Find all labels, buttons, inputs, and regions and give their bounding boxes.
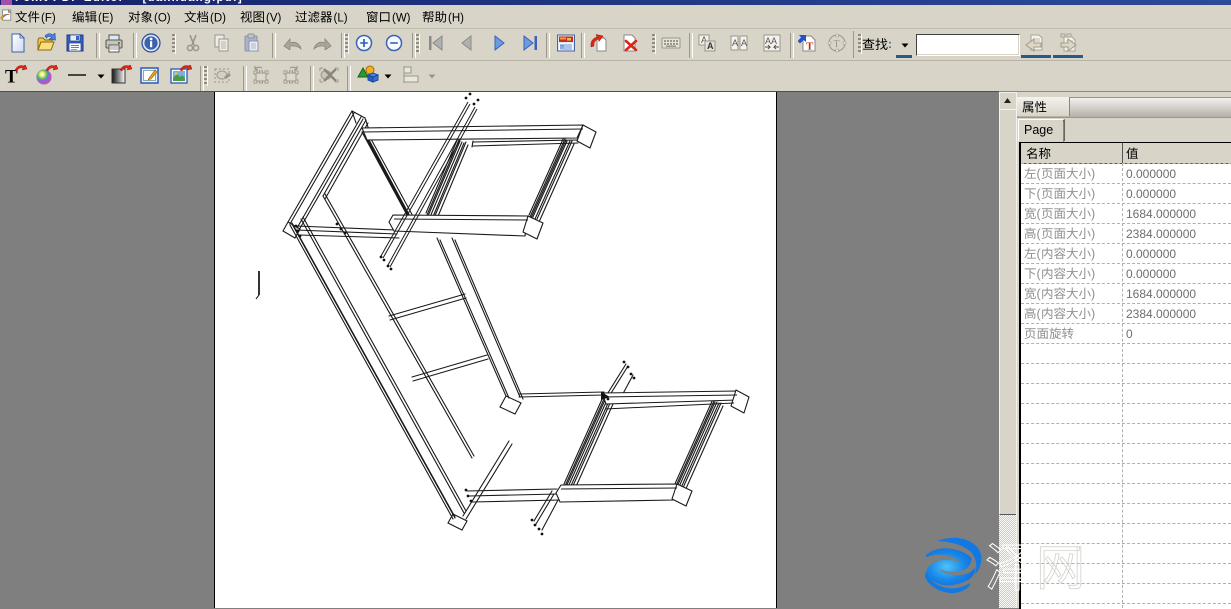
- svg-text:(: (: [1037, 287, 1042, 301]
- svg-text:): ): [1091, 307, 1095, 321]
- svg-text:): ): [1091, 287, 1095, 301]
- svg-text:(V): (V): [266, 13, 282, 25]
- svg-text:): ): [1091, 207, 1095, 221]
- svg-text:(: (: [1037, 247, 1042, 261]
- svg-text:(: (: [1037, 307, 1042, 321]
- svg-text:(O): (O): [154, 13, 171, 25]
- svg-text:(F): (F): [41, 13, 56, 25]
- svg-text:(W): (W): [392, 13, 411, 25]
- svg-text:(E): (E): [98, 13, 114, 25]
- svg-text:): ): [1091, 247, 1095, 261]
- svg-text:0.000000: 0.000000: [1126, 187, 1176, 201]
- svg-text::: :: [888, 37, 892, 51]
- svg-text:0.000000: 0.000000: [1126, 167, 1176, 181]
- svg-text:(D): (D): [210, 13, 226, 25]
- svg-text:(: (: [1037, 267, 1042, 281]
- svg-text:(: (: [1037, 207, 1042, 221]
- svg-text:0.000000: 0.000000: [1126, 267, 1176, 281]
- svg-text:2384.000000: 2384.000000: [1126, 307, 1196, 321]
- svg-text:(H): (H): [448, 13, 464, 25]
- svg-text:2384.000000: 2384.000000: [1126, 227, 1196, 241]
- svg-text:): ): [1091, 187, 1095, 201]
- svg-text:(: (: [1037, 227, 1042, 241]
- svg-text:): ): [1091, 167, 1095, 181]
- svg-text:): ): [1091, 227, 1095, 241]
- svg-text:(L): (L): [334, 13, 348, 25]
- svg-text:(: (: [1037, 167, 1042, 181]
- svg-text:1684.000000: 1684.000000: [1126, 207, 1196, 221]
- svg-text:(: (: [1037, 187, 1042, 201]
- svg-text:0.000000: 0.000000: [1126, 247, 1176, 261]
- svg-text:Page: Page: [1024, 123, 1053, 137]
- svg-text:1684.000000: 1684.000000: [1126, 287, 1196, 301]
- svg-text:): ): [1091, 267, 1095, 281]
- svg-text:0: 0: [1126, 327, 1133, 341]
